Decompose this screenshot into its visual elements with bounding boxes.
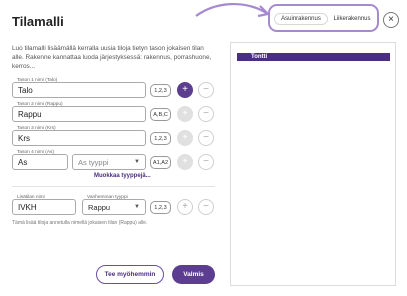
close-icon: × (388, 14, 394, 25)
segment-asuinrakennus[interactable]: Asuinrakennus (274, 13, 328, 25)
minus-icon: − (203, 156, 209, 167)
minus-icon: − (203, 201, 209, 212)
extra-name-input[interactable]: IVKH (12, 199, 76, 215)
extra-numbering-tag[interactable]: 1,2,3 (150, 201, 171, 214)
plus-icon: + (182, 84, 188, 95)
plus-icon: + (182, 132, 188, 143)
level-4-type-select[interactable]: As tyyppi ▼ (72, 154, 146, 170)
plus-icon: + (182, 156, 188, 167)
do-later-button[interactable]: Tee myöhemmin (96, 265, 164, 284)
chevron-down-icon: ▼ (134, 204, 140, 210)
parent-type-value: Rappu (88, 202, 111, 212)
level-2-remove-button[interactable]: − (198, 106, 214, 122)
dialog-description: Luo tilamalli lisäämällä kerralla uusia … (12, 45, 212, 70)
minus-icon: − (203, 132, 209, 143)
level-2-numbering-tag[interactable]: A,B,C (150, 108, 171, 121)
level-4-numbering-tag[interactable]: A1,A2 (150, 156, 171, 169)
minus-icon: − (203, 108, 209, 119)
level-1-numbering-tag[interactable]: 1,2,3 (150, 84, 171, 97)
parent-type-select[interactable]: Rappu ▼ (82, 199, 146, 215)
extra-add-button[interactable]: + (177, 199, 193, 215)
level-2-name-input[interactable]: Rappu (12, 106, 146, 122)
chevron-down-icon: ▼ (134, 159, 140, 165)
level-3-add-button[interactable]: + (177, 130, 193, 146)
plus-icon: + (182, 201, 188, 212)
level-1-name-input[interactable]: Talo (12, 82, 146, 98)
section-divider (12, 186, 215, 187)
helper-note: Tämä lisää tiloja annetulla nimellä joka… (12, 220, 148, 226)
edit-types-link[interactable]: Muokkaa tyyppejä... (94, 173, 151, 179)
level-1-remove-button[interactable]: − (198, 82, 214, 98)
segment-liikerakennus[interactable]: Liikerakennus (330, 13, 374, 25)
level-4-remove-button[interactable]: − (198, 154, 214, 170)
structure-preview-panel (230, 42, 396, 286)
extra-remove-button[interactable]: − (198, 199, 214, 215)
level-4-name-input[interactable]: As (12, 154, 68, 170)
annotation-arrow-curve (195, 3, 269, 17)
minus-icon: − (203, 84, 209, 95)
level-3-remove-button[interactable]: − (198, 130, 214, 146)
annotation-arrow-head (257, 5, 271, 18)
done-button[interactable]: Valmis (172, 265, 215, 284)
level-2-add-button[interactable]: + (177, 106, 193, 122)
plus-icon: + (182, 108, 188, 119)
close-button[interactable]: × (383, 12, 399, 28)
level-4-add-button[interactable]: + (177, 154, 193, 170)
level-4-type-placeholder: As tyyppi (78, 157, 109, 167)
level-3-name-input[interactable]: Krs (12, 130, 146, 146)
tree-root-item[interactable]: Tontti (237, 53, 390, 61)
level-1-add-button[interactable]: + (177, 82, 193, 98)
level-3-numbering-tag[interactable]: 1,2,3 (150, 132, 171, 145)
dialog-title: Tilamalli (12, 14, 64, 29)
